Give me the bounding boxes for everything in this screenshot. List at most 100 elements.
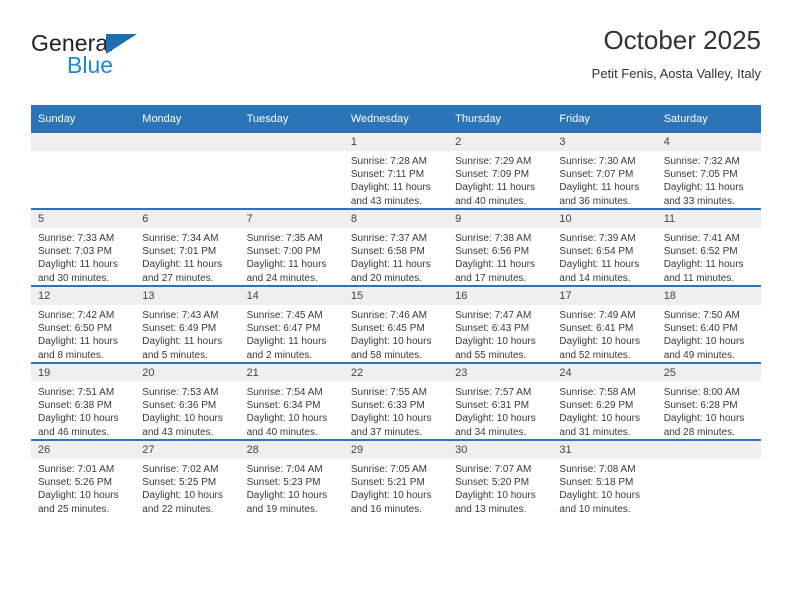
calendar-day-cell[interactable]: 10 Sunrise: 7:39 AM Sunset: 6:54 PM Dayligh… — [552, 208, 657, 286]
daylight-duration-line1: Daylight: 11 hours — [455, 182, 535, 194]
sunrise-time: Sunrise: 7:08 AM — [559, 464, 636, 475]
sunrise-time: Sunrise: 8:00 AM — [663, 387, 740, 398]
sunset-time: Sunset: 6:28 PM — [663, 400, 738, 412]
calendar-day-cell[interactable]: 16 Sunrise: 7:47 AM Sunset: 6:43 PM Dayligh… — [448, 285, 553, 363]
calendar-day-cell[interactable]: 11 Sunrise: 7:41 AM Sunset: 6:52 PM Dayligh… — [656, 208, 761, 286]
sunset-time: Sunset: 6:50 PM — [38, 323, 112, 335]
calendar-day-cell[interactable]: 7 Sunrise: 7:35 AM Sunset: 7:00 PM Daylight… — [239, 208, 344, 286]
daylight-duration-line1: Daylight: 10 hours — [38, 490, 119, 502]
sunrise-time: Sunrise: 7:38 AM — [455, 233, 532, 244]
calendar-day-cell[interactable]: 23 Sunrise: 7:57 AM Sunset: 6:31 PM Dayligh… — [448, 362, 553, 440]
day-number: 13 — [135, 287, 240, 305]
day-number: 16 — [448, 287, 553, 305]
daylight-duration-line1: Daylight: 11 hours — [455, 259, 535, 271]
sunrise-time: Sunrise: 7:07 AM — [455, 464, 532, 475]
calendar-day-cell[interactable]: 1 Sunrise: 7:28 AM Sunset: 7:11 PM Daylight… — [343, 133, 449, 209]
daylight-duration-line2: and 17 minutes. — [455, 272, 527, 284]
calendar-day-cell[interactable]: 5 Sunrise: 7:33 AM Sunset: 7:03 PM Daylight… — [31, 208, 136, 286]
weekday-header-friday: Friday — [552, 105, 657, 133]
daylight-duration-line2: and 33 minutes. — [663, 195, 735, 207]
day-details: Sunrise: 7:42 AM Sunset: 6:50 PM Daylight:… — [31, 305, 135, 362]
day-details: Sunrise: 7:38 AM Sunset: 6:56 PM Daylight:… — [448, 228, 552, 285]
day-details: Sunrise: 7:41 AM Sunset: 6:52 PM Daylight:… — [657, 228, 761, 285]
calendar-day-cell[interactable]: 3 Sunrise: 7:30 AM Sunset: 7:07 PM Daylight… — [552, 133, 657, 209]
sunrise-time: Sunrise: 7:43 AM — [142, 310, 219, 321]
daylight-duration-line2: and 24 minutes. — [246, 272, 318, 284]
daylight-duration-line2: and 43 minutes. — [350, 195, 423, 207]
calendar-day-cell[interactable]: 21 Sunrise: 7:54 AM Sunset: 6:34 PM Dayligh… — [239, 362, 344, 440]
sunrise-time: Sunrise: 7:32 AM — [663, 156, 740, 167]
generalblue-logo: General Blue — [31, 30, 251, 90]
sunset-time: Sunset: 5:20 PM — [455, 477, 530, 489]
sunrise-time: Sunrise: 7:29 AM — [455, 156, 532, 167]
calendar-day-cell[interactable]: 27 Sunrise: 7:02 AM Sunset: 5:25 PM Dayligh… — [135, 439, 240, 516]
daylight-duration-line2: and 11 minutes. — [663, 272, 735, 284]
day-number: 12 — [31, 287, 136, 305]
sunrise-time: Sunrise: 7:30 AM — [559, 156, 636, 167]
calendar-day-cell[interactable]: 8 Sunrise: 7:37 AM Sunset: 6:58 PM Daylight… — [343, 208, 449, 286]
day-number: 1 — [343, 133, 449, 151]
weekday-header-wednesday: Wednesday — [343, 105, 449, 133]
day-number: 5 — [31, 210, 136, 228]
daylight-duration-line1: Daylight: 10 hours — [455, 490, 536, 502]
sunset-time: Sunset: 6:52 PM — [663, 246, 738, 258]
calendar-day-cell[interactable]: 14 Sunrise: 7:45 AM Sunset: 6:47 PM Dayligh… — [239, 285, 344, 363]
daylight-duration-line1: Daylight: 11 hours — [142, 259, 223, 271]
daylight-duration-line2: and 10 minutes. — [559, 503, 631, 515]
sunrise-time: Sunrise: 7:34 AM — [142, 233, 219, 244]
day-number: 17 — [552, 287, 657, 305]
daylight-duration-line2: and 40 minutes. — [246, 426, 318, 438]
day-details: Sunrise: 8:00 AM Sunset: 6:28 PM Daylight:… — [657, 382, 761, 439]
daylight-duration-line1: Daylight: 11 hours — [38, 259, 118, 271]
sunrise-time: Sunrise: 7:33 AM — [38, 233, 115, 244]
day-number: 19 — [31, 364, 136, 382]
calendar-day-cell[interactable]: 15 Sunrise: 7:46 AM Sunset: 6:45 PM Dayligh… — [343, 285, 449, 363]
daylight-duration-line2: and 20 minutes. — [350, 272, 423, 284]
day-details: Sunrise: 7:39 AM Sunset: 6:54 PM Daylight:… — [552, 228, 656, 285]
sunrise-time: Sunrise: 7:46 AM — [350, 310, 427, 321]
calendar-day-cell[interactable]: 30 Sunrise: 7:07 AM Sunset: 5:20 PM Dayligh… — [448, 439, 553, 516]
weekday-header-thursday: Thursday — [448, 105, 553, 133]
day-details: Sunrise: 7:58 AM Sunset: 6:29 PM Daylight:… — [552, 382, 656, 439]
sunrise-sunset-calendar: Sunday Monday Tuesday Wednesday Thursday… — [31, 105, 761, 516]
sunset-time: Sunset: 5:18 PM — [559, 477, 634, 489]
calendar-day-cell[interactable]: 26 Sunrise: 7:01 AM Sunset: 5:26 PM Dayligh… — [31, 439, 136, 516]
sunset-time: Sunset: 6:54 PM — [559, 246, 634, 258]
sunrise-time: Sunrise: 7:04 AM — [246, 464, 323, 475]
calendar-week-row: 19 Sunrise: 7:51 AM Sunset: 6:38 PM Dayligh… — [31, 362, 761, 440]
sunrise-time: Sunrise: 7:55 AM — [350, 387, 427, 398]
calendar-day-cell[interactable]: 24 Sunrise: 7:58 AM Sunset: 6:29 PM Dayligh… — [552, 362, 657, 440]
calendar-day-cell[interactable]: 4 Sunrise: 7:32 AM Sunset: 7:05 PM Daylight… — [656, 133, 761, 209]
calendar-day-cell[interactable]: 31 Sunrise: 7:08 AM Sunset: 5:18 PM Dayligh… — [552, 439, 657, 516]
calendar-day-cell[interactable]: 18 Sunrise: 7:50 AM Sunset: 6:40 PM Dayligh… — [656, 285, 761, 363]
day-details: Sunrise: 7:45 AM Sunset: 6:47 PM Daylight:… — [240, 305, 344, 362]
day-number: 21 — [239, 364, 344, 382]
daylight-duration-line1: Daylight: 11 hours — [246, 336, 327, 348]
calendar-day-cell[interactable]: 29 Sunrise: 7:05 AM Sunset: 5:21 PM Dayligh… — [343, 439, 449, 516]
daylight-duration-line2: and 28 minutes. — [663, 426, 735, 438]
calendar-day-cell[interactable]: 13 Sunrise: 7:43 AM Sunset: 6:49 PM Dayligh… — [135, 285, 240, 363]
day-details: Sunrise: 7:54 AM Sunset: 6:34 PM Daylight:… — [240, 382, 344, 439]
calendar-day-cell[interactable]: 9 Sunrise: 7:38 AM Sunset: 6:56 PM Daylight… — [448, 208, 553, 286]
calendar-day-cell[interactable]: 12 Sunrise: 7:42 AM Sunset: 6:50 PM Dayligh… — [31, 285, 136, 363]
calendar-day-cell[interactable]: 17 Sunrise: 7:49 AM Sunset: 6:41 PM Dayligh… — [552, 285, 657, 363]
daylight-duration-line2: and 36 minutes. — [559, 195, 631, 207]
day-details: Sunrise: 7:08 AM Sunset: 5:18 PM Daylight:… — [552, 459, 656, 516]
sunset-time: Sunset: 6:49 PM — [142, 323, 217, 335]
day-number — [656, 441, 761, 459]
daylight-duration-line2: and 22 minutes. — [142, 503, 214, 515]
calendar-day-cell[interactable]: 22 Sunrise: 7:55 AM Sunset: 6:33 PM Dayligh… — [343, 362, 449, 440]
daylight-duration-line2: and 58 minutes. — [350, 349, 423, 361]
calendar-day-cell[interactable]: 6 Sunrise: 7:34 AM Sunset: 7:01 PM Daylight… — [135, 208, 240, 286]
calendar-day-cell[interactable]: 19 Sunrise: 7:51 AM Sunset: 6:38 PM Dayligh… — [31, 362, 136, 440]
daylight-duration-line2: and 49 minutes. — [663, 349, 735, 361]
day-details: Sunrise: 7:30 AM Sunset: 7:07 PM Daylight:… — [552, 151, 656, 208]
calendar-day-cell[interactable]: 20 Sunrise: 7:53 AM Sunset: 6:36 PM Dayligh… — [135, 362, 240, 440]
calendar-day-cell[interactable]: 25 Sunrise: 8:00 AM Sunset: 6:28 PM Dayligh… — [656, 362, 761, 440]
calendar-day-cell[interactable]: 2 Sunrise: 7:29 AM Sunset: 7:09 PM Daylight… — [448, 133, 553, 209]
sunset-time: Sunset: 6:36 PM — [142, 400, 217, 412]
day-details: Sunrise: 7:55 AM Sunset: 6:33 PM Daylight:… — [344, 382, 448, 439]
calendar-day-cell[interactable]: 28 Sunrise: 7:04 AM Sunset: 5:23 PM Dayligh… — [239, 439, 344, 516]
day-details: Sunrise: 7:04 AM Sunset: 5:23 PM Daylight:… — [240, 459, 344, 516]
daylight-duration-line1: Daylight: 11 hours — [663, 259, 744, 271]
